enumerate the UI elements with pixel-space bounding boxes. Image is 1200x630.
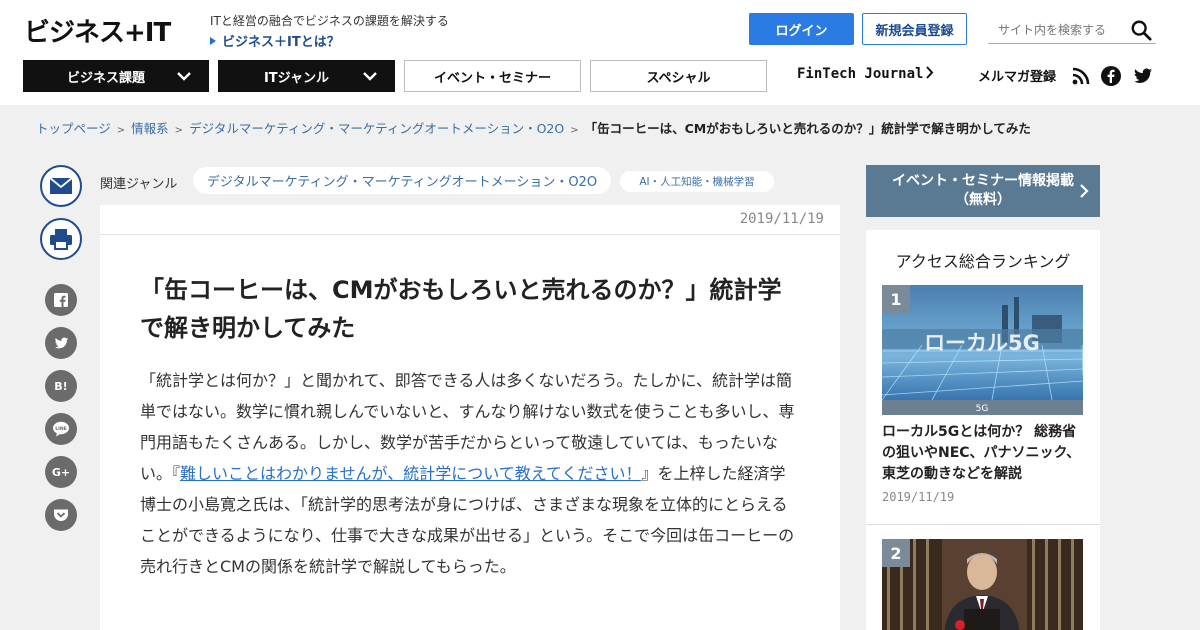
search-input[interactable] xyxy=(988,17,1118,42)
thumbnail-overlay-text: ローカル5G xyxy=(924,331,1040,355)
nav-fintech-journal[interactable]: FinTech Journal xyxy=(797,66,934,82)
article-title: 「缶コーヒーは、CMがおもしろいと売れるのか？」統計学で解き明かしてみた xyxy=(140,276,782,342)
genre-tag[interactable]: デジタルマーケティング・マーケティングオートメーション・O2O xyxy=(193,167,611,194)
chevron-down-icon xyxy=(177,72,191,81)
search-icon[interactable] xyxy=(1130,19,1152,41)
line-icon-label: LINE xyxy=(55,426,67,432)
breadcrumb: トップページ > 情報系 > デジタルマーケティング・マーケティングオートメーション・O… xyxy=(36,118,1031,137)
chevron-right-icon xyxy=(1080,184,1089,198)
rank-number: 1 xyxy=(882,285,910,313)
printer-icon xyxy=(50,229,72,250)
share-facebook-button[interactable] xyxy=(45,284,77,316)
event-listing-banner[interactable]: イベント・セミナー情報掲載 （無料） xyxy=(866,165,1100,217)
ranking-title: アクセス総合ランキング xyxy=(895,252,1071,271)
nav-event-seminar[interactable]: イベント・セミナー xyxy=(404,60,581,92)
line-icon: LINE xyxy=(53,421,69,437)
site-logo[interactable]: ビジネス+IT xyxy=(24,12,171,49)
breadcrumb-item[interactable]: デジタルマーケティング・マーケティングオートメーション・O2O xyxy=(189,121,564,136)
divider xyxy=(866,524,1100,525)
breadcrumb-separator: > xyxy=(116,125,126,136)
article-lead: 「統計学とは何か？」と聞かれて、即答できる人は多くないだろう。たしかに、統計学は… xyxy=(140,365,800,582)
breadcrumb-current: 「缶コーヒーは、CMがおもしろいと売れるのか？」統計学で解き明かしてみた xyxy=(584,121,1031,136)
ranking-article-date: 2019/11/19 xyxy=(882,490,955,504)
ranking-thumbnail[interactable] xyxy=(882,539,1083,630)
google-plus-icon: G+ xyxy=(51,465,71,479)
article-date: 2019/11/19 xyxy=(739,211,824,227)
share-line-button[interactable]: LINE xyxy=(45,413,77,445)
about-link[interactable]: ビジネス＋ITとは？ xyxy=(210,31,340,50)
ranking-thumbnail[interactable]: ローカル5G 5G xyxy=(882,285,1083,415)
fintech-label: FinTech Journal xyxy=(797,66,924,82)
thumbnail-caption: 5G xyxy=(976,404,989,414)
rss-icon[interactable] xyxy=(1071,66,1091,86)
share-twitter-button[interactable] xyxy=(45,327,77,359)
event-banner-line1: イベント・セミナー情報掲載 xyxy=(892,173,1074,189)
breadcrumb-separator: > xyxy=(174,125,184,136)
share-googleplus-button[interactable]: G+ xyxy=(45,456,77,488)
facebook-icon xyxy=(54,293,68,307)
print-button[interactable] xyxy=(40,218,82,260)
local-5g-image: ローカル5G 5G xyxy=(882,285,1083,415)
hatena-bookmark-icon: B! xyxy=(54,379,68,393)
facebook-icon[interactable] xyxy=(1101,66,1121,86)
event-banner-line2: （無料） xyxy=(955,192,1011,208)
site-search xyxy=(988,17,1156,44)
breadcrumb-item[interactable]: トップページ xyxy=(36,121,111,136)
breadcrumb-separator: > xyxy=(570,125,579,136)
pocket-icon xyxy=(54,509,68,521)
login-button[interactable]: ログイン xyxy=(749,13,854,45)
register-button[interactable]: 新規会員登録 xyxy=(862,13,967,45)
nav-business-issues[interactable]: ビジネス課題 xyxy=(23,60,209,92)
chevron-right-icon xyxy=(926,66,934,79)
site-header: ビジネス+IT ITと経営の融合でビジネスの課題を解決する ビジネス＋ITとは？… xyxy=(0,0,1200,105)
article-date-bar: 2019/11/19 xyxy=(100,205,840,235)
about-link-label: ビジネス＋ITとは？ xyxy=(222,35,340,50)
speaker-photo xyxy=(882,539,1083,630)
article-card: 2019/11/19 「缶コーヒーは、CMがおもしろいと売れるのか？」統計学で解… xyxy=(100,205,840,630)
chevron-down-icon xyxy=(363,72,377,81)
nav-it-genre-label: ITジャンル xyxy=(263,70,330,86)
related-genre-label: 関連ジャンル xyxy=(100,177,178,192)
nav-special[interactable]: スペシャル xyxy=(590,60,767,92)
triangle-right-icon xyxy=(210,37,216,45)
genre-tag[interactable]: AI・人工知能・機械学習 xyxy=(620,171,774,192)
rank-number: 2 xyxy=(882,539,910,567)
twitter-icon xyxy=(54,337,68,348)
share-pocket-button[interactable] xyxy=(45,499,77,531)
book-title-link[interactable]: 難しいことはわかりませんが、統計学について教えてください！ xyxy=(180,464,641,483)
nav-it-genre[interactable]: ITジャンル xyxy=(218,60,395,92)
nav-business-label: ビジネス課題 xyxy=(66,70,145,86)
envelope-icon xyxy=(49,177,73,194)
access-ranking: アクセス総合ランキング ローカル5G 5G 1 ローカル5Gとは何か？ 総務省の… xyxy=(866,230,1100,630)
site-tagline: ITと経営の融合でビジネスの課題を解決する xyxy=(210,14,449,28)
share-email-button[interactable] xyxy=(40,165,82,207)
breadcrumb-item[interactable]: 情報系 xyxy=(131,121,169,136)
ranking-article-title[interactable]: ローカル5Gとは何か？ 総務省の狙いやNEC、パナソニック、東芝の動きなどを解説 xyxy=(882,422,1087,485)
nav-newsletter[interactable]: メルマガ登録 xyxy=(978,66,1056,85)
twitter-icon[interactable] xyxy=(1133,66,1153,86)
share-hatena-button[interactable]: B! xyxy=(45,370,77,402)
